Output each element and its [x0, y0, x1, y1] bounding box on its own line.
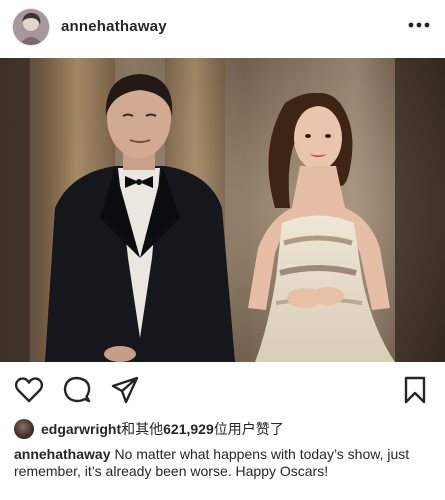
likes-suffix: 位用户赞了	[213, 421, 284, 437]
post-caption: annehathaway No matter what happens with …	[14, 446, 434, 480]
caption-username[interactable]: annehathaway	[14, 446, 110, 462]
share-icon	[111, 376, 139, 404]
liker-avatar[interactable]	[14, 419, 34, 439]
profile-avatar[interactable]	[13, 9, 49, 45]
oscars-stage-photo	[0, 58, 445, 362]
avatar-image	[13, 9, 49, 45]
share-button[interactable]	[110, 375, 140, 405]
likes-connector: 和其他	[121, 421, 164, 437]
more-options-button[interactable]	[405, 13, 433, 37]
post-header: annehathaway	[0, 0, 445, 58]
likes-summary: edgarwright和其他621,929位用户赞了	[14, 418, 284, 440]
likes-text[interactable]: edgarwright和其他621,929位用户赞了	[41, 419, 284, 439]
liker-username[interactable]: edgarwright	[41, 421, 121, 437]
comment-icon	[63, 376, 91, 403]
more-options-icon	[408, 22, 430, 28]
save-button[interactable]	[400, 375, 430, 405]
post-photo[interactable]	[0, 58, 445, 362]
comment-button[interactable]	[62, 375, 92, 405]
heart-icon	[15, 377, 43, 403]
post-action-bar	[0, 362, 445, 414]
likes-count: 621,929	[163, 421, 214, 437]
bookmark-icon	[404, 376, 426, 404]
like-button[interactable]	[14, 375, 44, 405]
post-author-username[interactable]: annehathaway	[61, 18, 167, 35]
